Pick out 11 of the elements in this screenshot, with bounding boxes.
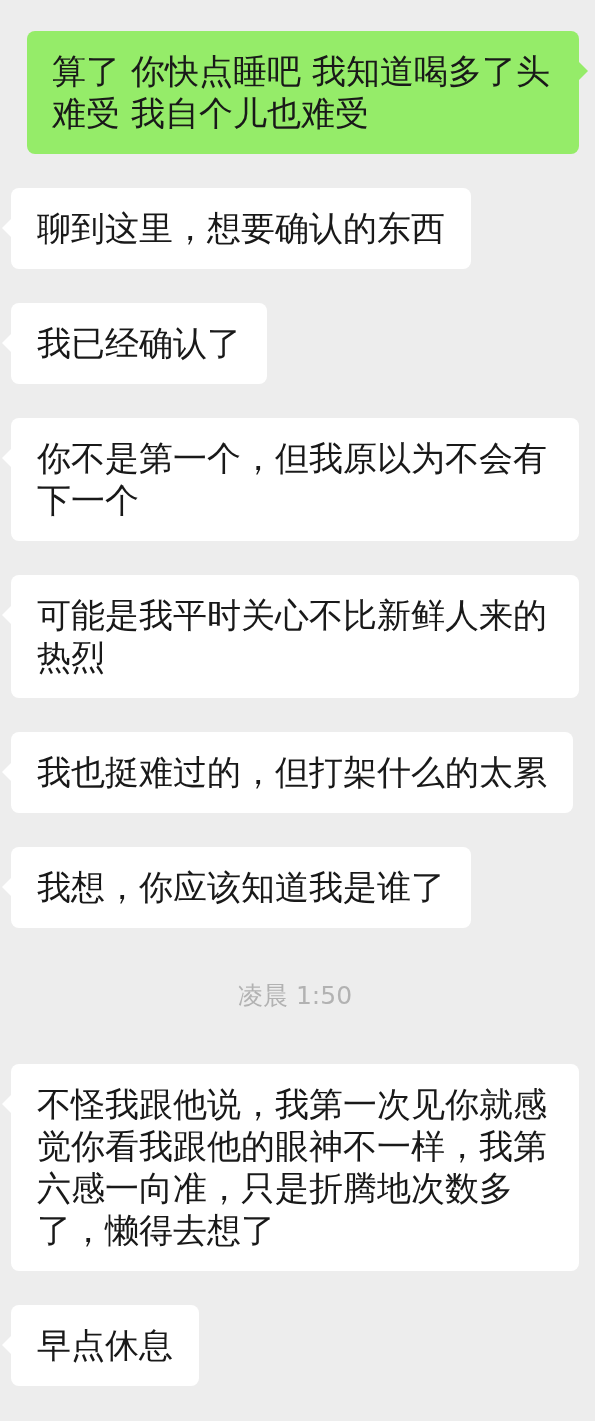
received-message-bubble: 可能是我平时关心不比新鲜人来的热烈	[11, 575, 579, 698]
received-message-bubble: 你不是第一个，但我原以为不会有下一个	[11, 418, 579, 541]
received-message-bubble: 我想，你应该知道我是谁了	[11, 847, 471, 928]
bubble-tail	[579, 62, 588, 80]
received-message-bubble: 早点休息	[11, 1305, 199, 1386]
sent-message-bubble: 算了 你快点睡吧 我知道喝多了头难受 我自个儿也难受	[27, 31, 579, 154]
received-message-bubble: 不怪我跟他说，我第一次见你就感觉你看我跟他的眼神不一样，我第六感一向准，只是折腾地次数多了，懒得去想了	[11, 1064, 579, 1271]
received-message-bubble: 我也挺难过的，但打架什么的太累	[11, 732, 573, 813]
received-message-bubble: 聊到这里，想要确认的东西	[11, 188, 471, 269]
timestamp: 凌晨 1:50	[237, 980, 353, 1012]
received-message-bubble: 我已经确认了	[11, 303, 267, 384]
